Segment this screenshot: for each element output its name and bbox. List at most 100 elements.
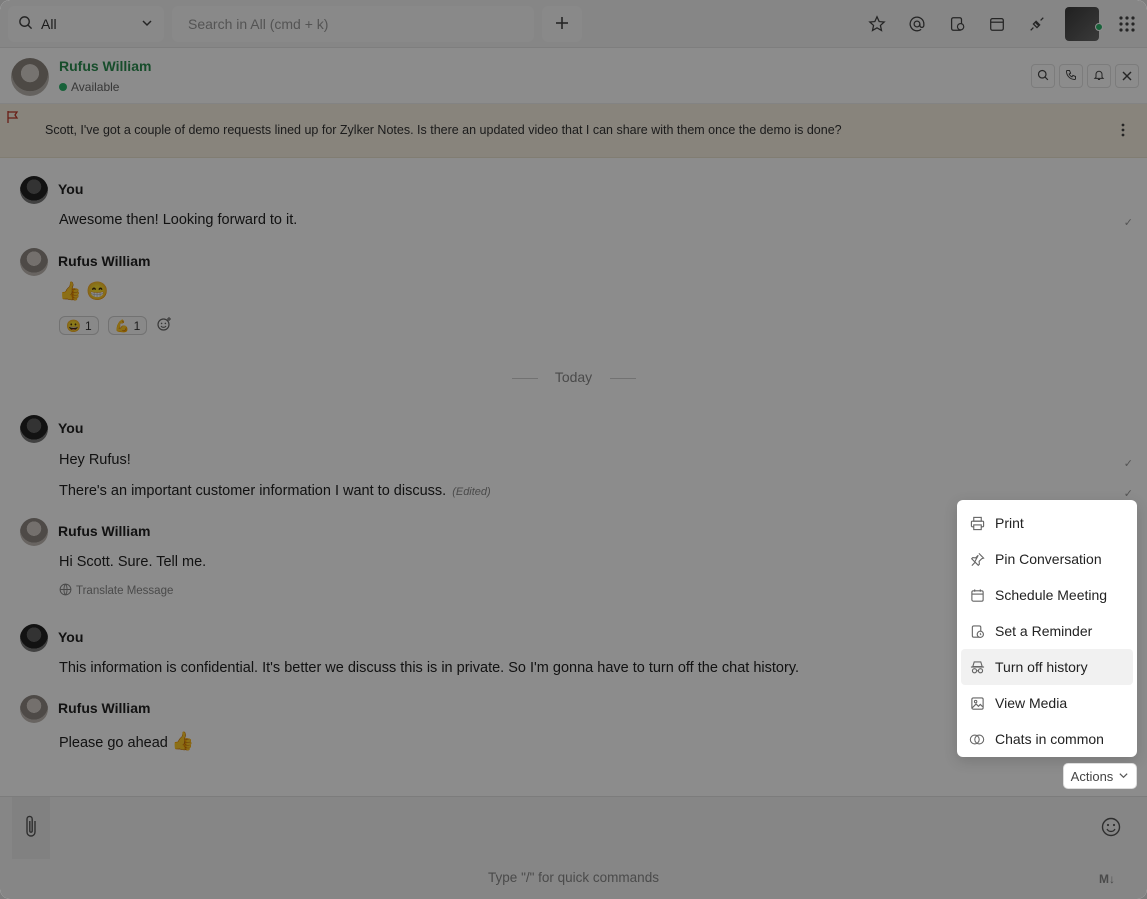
printer-icon <box>969 515 985 531</box>
translate-message-link[interactable]: Translate Message <box>59 583 173 599</box>
sender-avatar <box>20 176 48 204</box>
calendar-icon[interactable] <box>977 4 1017 44</box>
menu-item-label: Turn off history <box>995 659 1088 675</box>
incognito-icon <box>969 659 985 675</box>
menu-item-turn-off-history[interactable]: Turn off history <box>961 649 1133 685</box>
paperclip-icon <box>23 814 39 843</box>
message-text: This information is confidential. It's b… <box>59 660 800 676</box>
actions-button[interactable]: Actions <box>1063 763 1137 789</box>
read-receipt-icon: ✓ <box>1123 488 1133 500</box>
menu-item-label: Set a Reminder <box>995 623 1093 639</box>
read-receipt-icon: ✓ <box>1123 217 1133 229</box>
message-input[interactable] <box>54 805 1084 853</box>
close-icon <box>1122 68 1132 84</box>
actions-menu: Print Pin Conversation Schedule Meeting … <box>957 500 1137 757</box>
quick-commands-hint: Type "/" for quick commands <box>488 870 659 885</box>
pinned-message-text: Scott, I've got a couple of demo request… <box>45 123 842 137</box>
menu-item-label: Pin Conversation <box>995 551 1102 567</box>
menu-item-label: Chats in common <box>995 731 1104 747</box>
avatar[interactable] <box>1065 7 1103 41</box>
add-reaction-icon[interactable] <box>156 316 172 335</box>
menu-item-label: Schedule Meeting <box>995 587 1108 603</box>
search-scope-label: All <box>41 16 57 32</box>
close-chat-button[interactable] <box>1115 64 1139 88</box>
reaction-emoji: 💪 <box>114 318 130 333</box>
header-actions <box>1031 64 1139 88</box>
mention-icon[interactable] <box>897 4 937 44</box>
chat-window: All Search in All (cmd + k) Rufus Willia… <box>0 0 1147 899</box>
reaction-chip[interactable]: 💪 1 <box>107 316 148 335</box>
status-dot <box>59 83 67 91</box>
online-status-dot <box>1095 23 1103 31</box>
reaction-count: 1 <box>84 318 92 333</box>
sender-name: Rufus William <box>58 523 151 539</box>
reaction-bar: 😀 1 💪 1 <box>59 316 172 335</box>
reminders-icon[interactable] <box>937 4 977 44</box>
message-text: There's an important customer informatio… <box>59 483 491 499</box>
menu-item-print[interactable]: Print <box>961 505 1133 541</box>
reaction-chip[interactable]: 😀 1 <box>59 316 99 335</box>
phone-icon <box>1065 68 1077 84</box>
message-text: Hey Rufus! <box>59 452 131 468</box>
search-scope-dropdown[interactable]: All <box>8 6 164 42</box>
notifications-button[interactable] <box>1087 64 1111 88</box>
bell-icon <box>1093 68 1105 84</box>
more-options-icon[interactable] <box>1111 118 1135 142</box>
search-input[interactable] <box>188 16 518 32</box>
search-field <box>172 6 534 42</box>
top-bar: All <box>0 0 1147 48</box>
reaction-count: 1 <box>133 318 141 333</box>
pinned-message[interactable]: Scott, I've got a couple of demo request… <box>0 104 1147 158</box>
sender-name: You <box>58 420 84 436</box>
sender-avatar <box>20 248 48 276</box>
star-icon[interactable] <box>857 4 897 44</box>
message-line: There's an important customer informatio… <box>59 483 447 499</box>
menu-item-set-reminder[interactable]: Set a Reminder <box>961 613 1133 649</box>
chevron-down-icon <box>1118 769 1129 784</box>
reaction-emoji: 😀 <box>66 318 81 333</box>
plus-icon <box>555 16 569 33</box>
message-composer: Type "/" for quick commands M↓ <box>0 796 1147 899</box>
translate-label: Translate Message <box>76 585 174 597</box>
menu-item-view-media[interactable]: View Media <box>961 685 1133 721</box>
chats-common-icon <box>969 731 985 747</box>
message-text: Hi Scott. Sure. Tell me. <box>59 554 207 570</box>
menu-item-schedule-meeting[interactable]: Schedule Meeting <box>961 577 1133 613</box>
search-chat-button[interactable] <box>1031 64 1055 88</box>
actions-label: Actions <box>1070 768 1114 784</box>
pin-icon <box>969 551 985 567</box>
search-icon <box>1037 68 1049 84</box>
calendar-icon <box>969 587 985 603</box>
integrations-icon[interactable] <box>1017 4 1057 44</box>
contact-name[interactable]: Rufus William <box>59 58 151 74</box>
message-emoji: 👍 <box>171 731 195 751</box>
message-line: Please go ahead <box>59 735 168 751</box>
markdown-toggle[interactable]: M↓ <box>1099 872 1115 886</box>
sender-name: You <box>58 181 84 197</box>
new-button[interactable] <box>542 6 582 42</box>
chat-header: Rufus William Available <box>0 48 1147 104</box>
read-receipt-icon: ✓ <box>1123 458 1133 470</box>
sender-avatar <box>20 518 48 546</box>
contact-avatar[interactable] <box>11 58 49 96</box>
menu-item-label: Print <box>995 515 1024 531</box>
contact-status-label: Available <box>71 80 120 94</box>
menu-item-chats-in-common[interactable]: Chats in common <box>961 721 1133 757</box>
menu-item-label: View Media <box>995 695 1068 711</box>
message-text: Awesome then! Looking forward to it. <box>59 212 298 228</box>
sender-avatar <box>20 624 48 652</box>
globe-icon <box>59 583 72 599</box>
sender-name: Rufus William <box>58 253 151 269</box>
attach-button[interactable] <box>12 797 50 859</box>
menu-item-pin-conversation[interactable]: Pin Conversation <box>961 541 1133 577</box>
media-icon <box>969 695 985 711</box>
sender-avatar <box>20 695 48 723</box>
day-separator-label: Today <box>554 369 593 385</box>
message-emojis: 👍 😁 <box>59 281 109 301</box>
contact-status: Available <box>59 80 119 94</box>
call-button[interactable] <box>1059 64 1083 88</box>
apps-grid-icon[interactable] <box>1107 4 1147 44</box>
edited-label: (Edited) <box>452 486 491 498</box>
emoji-picker-icon[interactable] <box>1101 817 1121 840</box>
top-icons <box>857 0 1147 48</box>
